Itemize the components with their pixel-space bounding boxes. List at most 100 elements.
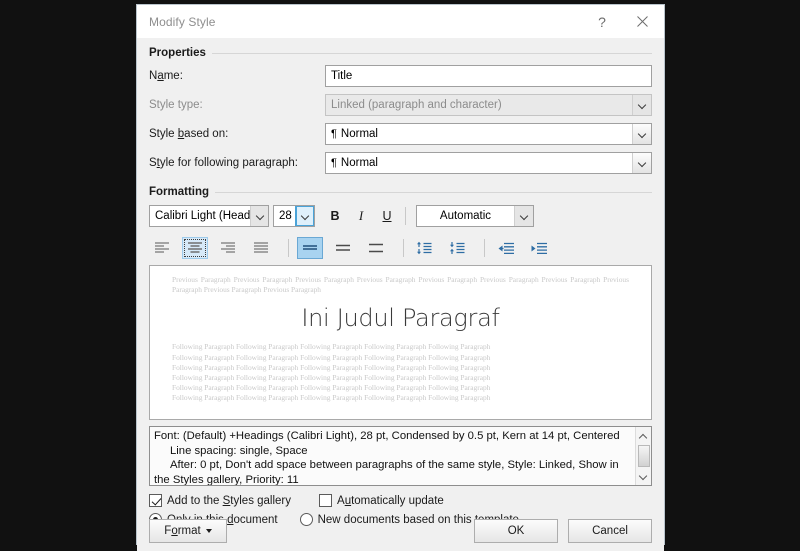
checkbox-checked-icon xyxy=(149,494,162,507)
format-button[interactable]: Format xyxy=(149,519,227,543)
toolbar-separator xyxy=(288,239,289,257)
group-rule xyxy=(211,52,652,54)
bold-button[interactable]: B xyxy=(323,204,347,228)
align-center-icon xyxy=(188,242,202,253)
style-based-on-select[interactable]: ¶ Normal xyxy=(325,123,652,145)
name-value: Title xyxy=(331,70,353,82)
caret-down-icon xyxy=(205,529,212,533)
chevron-down-icon[interactable] xyxy=(632,153,651,173)
decrease-paragraph-spacing-icon xyxy=(450,242,465,254)
decrease-paragraph-spacing-button[interactable] xyxy=(444,237,470,259)
scroll-up-button[interactable] xyxy=(637,429,651,442)
format-button-label: Format xyxy=(164,525,201,537)
name-label: Name: xyxy=(149,70,183,82)
toolbar-separator xyxy=(405,207,406,225)
chevron-down-icon[interactable] xyxy=(632,124,651,144)
scroll-down-button[interactable] xyxy=(637,470,651,483)
line-spacing-1-5-button[interactable] xyxy=(330,237,356,259)
description-line-4: the Styles gallery, Priority: 11 xyxy=(154,473,299,485)
font-color-select[interactable]: Automatic xyxy=(416,205,534,227)
name-input[interactable]: Title xyxy=(325,65,652,87)
style-preview: Previous Paragraph Previous Paragraph Pr… xyxy=(149,265,652,420)
chevron-up-icon xyxy=(640,432,647,439)
help-button[interactable]: ? xyxy=(582,6,622,37)
close-button[interactable] xyxy=(622,6,662,37)
decrease-indent-button[interactable] xyxy=(493,237,519,259)
align-justify-button[interactable] xyxy=(248,237,274,259)
chevron-down-icon[interactable] xyxy=(250,206,268,226)
style-type-label: Style type: xyxy=(149,99,203,111)
preview-following-line: Following Paragraph Following Paragraph … xyxy=(172,373,491,383)
paragraph-toolbar xyxy=(149,235,652,261)
properties-group-label: Properties xyxy=(149,47,206,59)
font-size-value: 28 xyxy=(279,210,292,222)
preview-following-paragraphs: Following Paragraph Following Paragraph … xyxy=(150,342,651,403)
font-family-value: Calibri Light (Head xyxy=(155,210,251,222)
preview-following-line: Following Paragraph Following Paragraph … xyxy=(172,383,491,393)
style-following-select[interactable]: ¶ Normal xyxy=(325,152,652,174)
style-based-on-row: Style based on: ¶ Normal xyxy=(149,122,652,146)
decrease-indent-icon xyxy=(498,242,514,254)
preview-following-line: Following Paragraph Following Paragraph … xyxy=(172,393,491,403)
preview-previous-paragraph: Previous Paragraph Previous Paragraph Pr… xyxy=(172,275,629,295)
chevron-down-icon xyxy=(632,95,651,115)
style-following-label: Style for following paragraph: xyxy=(149,157,298,169)
add-to-styles-gallery-checkbox[interactable]: Add to the Styles gallery xyxy=(149,494,291,507)
toolbar-separator xyxy=(484,239,485,257)
close-icon xyxy=(636,16,648,27)
description-line-2: Line spacing: single, Space xyxy=(170,444,308,457)
formatting-group-caption: Formatting xyxy=(149,186,652,198)
chevron-down-icon[interactable] xyxy=(514,206,533,226)
cancel-button[interactable]: Cancel xyxy=(568,519,652,543)
question-mark-icon: ? xyxy=(598,13,606,30)
style-type-select: Linked (paragraph and character) xyxy=(325,94,652,116)
line-spacing-single-button[interactable] xyxy=(297,237,323,259)
style-based-on-value: Normal xyxy=(340,128,378,140)
description-line-3: After: 0 pt, Don't add space between par… xyxy=(170,459,619,472)
align-center-button[interactable] xyxy=(182,237,208,259)
underline-button[interactable]: U xyxy=(375,204,399,228)
line-spacing-double-icon xyxy=(369,243,383,252)
line-spacing-1-5-icon xyxy=(336,244,350,251)
increase-indent-button[interactable] xyxy=(526,237,552,259)
preview-following-line: Following Paragraph Following Paragraph … xyxy=(172,342,491,352)
align-left-button[interactable] xyxy=(149,237,175,259)
scrollbar-thumb[interactable] xyxy=(637,445,650,467)
pilcrow-icon: ¶ xyxy=(331,157,337,169)
chevron-down-icon xyxy=(640,473,647,480)
align-left-icon xyxy=(155,242,169,253)
description-line-1: Font: (Default) +Headings (Calibri Light… xyxy=(154,430,620,442)
align-justify-icon xyxy=(254,242,268,253)
dialog-title-bar: Modify Style ? xyxy=(137,5,664,38)
name-row: Name: Title xyxy=(149,64,652,88)
line-spacing-single-icon xyxy=(303,245,317,250)
description-scrollbar[interactable] xyxy=(635,427,651,485)
chevron-down-icon[interactable] xyxy=(295,206,314,226)
increase-indent-icon xyxy=(531,242,547,254)
dialog-body: Properties Name: Title Style type: Linke… xyxy=(137,47,664,551)
properties-group-caption: Properties xyxy=(149,47,652,59)
automatically-update-checkbox[interactable]: Automatically update xyxy=(319,494,444,507)
align-right-button[interactable] xyxy=(215,237,241,259)
style-following-row: Style for following paragraph: ¶ Normal xyxy=(149,151,652,175)
pilcrow-icon: ¶ xyxy=(331,128,337,140)
screen: Modify Style ? Properties Name: Title St… xyxy=(0,0,800,551)
style-based-on-label: Style based on: xyxy=(149,128,229,140)
style-following-value: Normal xyxy=(340,157,378,169)
line-spacing-double-button[interactable] xyxy=(363,237,389,259)
dialog-button-row: Format OK Cancel xyxy=(149,519,652,543)
style-description-text: Font: (Default) +Headings (Calibri Light… xyxy=(150,427,635,485)
italic-button[interactable]: I xyxy=(349,204,373,228)
automatically-update-label: Automatically update xyxy=(337,494,444,507)
style-description-box: Font: (Default) +Headings (Calibri Light… xyxy=(149,426,652,486)
font-family-select[interactable]: Calibri Light (Head xyxy=(149,205,269,227)
increase-paragraph-spacing-button[interactable] xyxy=(411,237,437,259)
checkbox-unchecked-icon xyxy=(319,494,333,507)
style-type-value: Linked (paragraph and character) xyxy=(331,99,502,111)
toolbar-separator xyxy=(403,239,404,257)
group-rule xyxy=(215,191,652,193)
align-right-icon xyxy=(221,242,235,253)
increase-paragraph-spacing-icon xyxy=(417,241,432,255)
ok-button[interactable]: OK xyxy=(474,519,558,543)
font-size-select[interactable]: 28 xyxy=(273,205,315,227)
